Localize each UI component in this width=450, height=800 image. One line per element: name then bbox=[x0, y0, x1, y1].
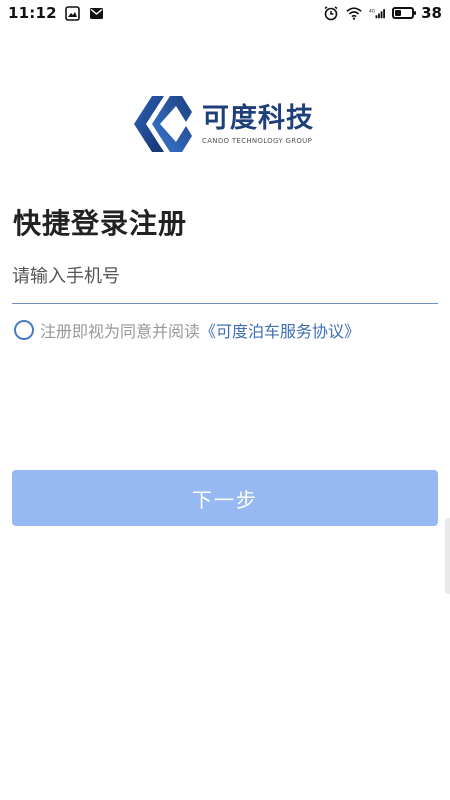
company-logo: 可度科技 CANDO TECHNOLOGY GROUP bbox=[130, 94, 314, 154]
logo-mark-icon bbox=[134, 96, 192, 152]
battery-icon bbox=[392, 7, 417, 19]
next-button[interactable]: 下一步 bbox=[12, 470, 438, 526]
logo-texts: 可度科技 CANDO TECHNOLOGY GROUP bbox=[202, 103, 314, 145]
phone-input[interactable] bbox=[12, 256, 438, 302]
agreement-text: 注册即视为同意并阅读 bbox=[40, 322, 201, 341]
phone-underline bbox=[12, 303, 438, 304]
agreement-radio[interactable] bbox=[14, 320, 34, 340]
battery-level: 38 bbox=[421, 4, 442, 22]
battery-fill bbox=[395, 10, 402, 16]
page-title: 快捷登录注册 bbox=[13, 207, 188, 240]
network-type: 4G bbox=[369, 8, 376, 14]
service-agreement-link[interactable]: 《可度泊车服务协议》 bbox=[200, 318, 360, 342]
logo-name-en: CANDO TECHNOLOGY GROUP bbox=[202, 137, 313, 145]
status-time: 11:12 bbox=[8, 4, 57, 22]
status-left: 11:12 bbox=[0, 4, 105, 22]
status-bar: 11:12 4G 38 bbox=[0, 0, 450, 26]
wifi-icon bbox=[346, 5, 362, 21]
alarm-icon bbox=[323, 5, 339, 21]
photo-icon bbox=[65, 5, 81, 21]
scroll-handle[interactable] bbox=[445, 518, 450, 594]
status-right: 4G 38 bbox=[323, 4, 450, 22]
signal-icon: 4G bbox=[369, 5, 386, 21]
phone-field bbox=[12, 256, 438, 304]
logo-name-cn: 可度科技 bbox=[202, 103, 314, 134]
agreement-row: 注册即视为同意并阅读 《可度泊车服务协议》 bbox=[14, 318, 360, 342]
mail-icon bbox=[89, 5, 105, 21]
